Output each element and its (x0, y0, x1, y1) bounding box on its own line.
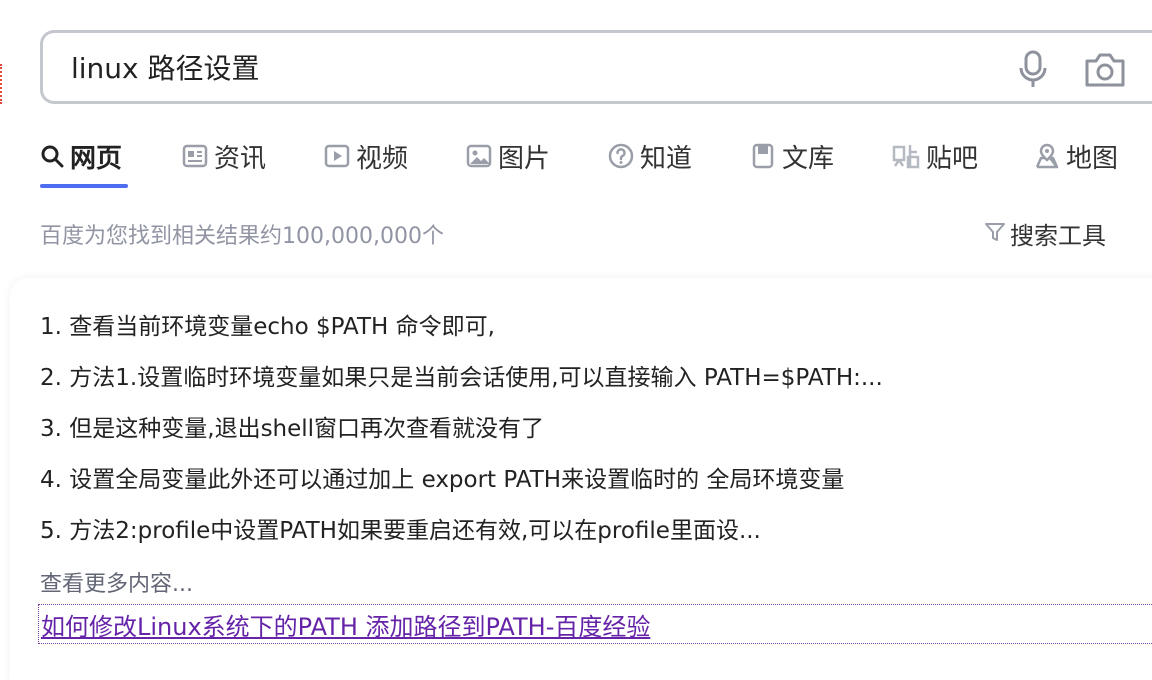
tab-label: 网页 (70, 143, 123, 174)
tab-label: 知道 (640, 143, 693, 174)
search-box[interactable] (40, 30, 1152, 104)
answer-steps: 1. 查看当前环境变量echo $PATH 命令即可, 2. 方法1.设置临时环… (40, 304, 883, 559)
tab-video[interactable]: 视频 (324, 132, 408, 180)
tab-label: 文库 (782, 143, 835, 174)
answer-card: 1. 查看当前环境变量echo $PATH 命令即可, 2. 方法1.设置临时环… (10, 278, 1152, 680)
list-item: 3. 但是这种变量,退出shell窗口再次查看就没有了 (40, 416, 545, 442)
search-results-page: 网页 资讯 视频 (0, 0, 1152, 680)
tab-label: 资讯 (214, 143, 267, 174)
tab-map[interactable]: 地图 (1034, 132, 1118, 180)
result-count: 百度为您找到相关结果约100,000,000个 (40, 224, 444, 249)
side-marker (0, 64, 6, 104)
search-icon (40, 144, 64, 168)
source-link-box: 如何修改Linux系统下的PATH 添加路径到PATH-百度经验 (38, 604, 1152, 644)
tab-label: 视频 (356, 143, 409, 174)
document-icon (750, 143, 776, 169)
tab-images[interactable]: 图片 (466, 132, 550, 180)
question-icon (608, 143, 634, 169)
tab-news[interactable]: 资讯 (182, 132, 266, 180)
image-icon (466, 143, 492, 169)
search-input[interactable] (71, 45, 951, 89)
list-item: 5. 方法2:profile中设置PATH如果要重启还有效,可以在profile… (40, 518, 761, 544)
tab-label: 贴吧 (926, 143, 979, 174)
search-tabs: 网页 资讯 视频 图片 知道 文库 贴吧 地图 (40, 132, 1152, 192)
tab-label: 地图 (1066, 143, 1119, 174)
tieba-icon (892, 143, 920, 169)
tab-zhidao[interactable]: 知道 (608, 132, 692, 180)
list-item: 1. 查看当前环境变量echo $PATH 命令即可, (40, 314, 495, 340)
list-item: 4. 设置全局变量此外还可以通过加上 export PATH来设置临时的 全局环… (40, 467, 845, 493)
tab-label: 图片 (498, 143, 551, 174)
video-icon (324, 143, 350, 169)
news-icon (182, 143, 208, 169)
tab-web[interactable]: 网页 (40, 132, 122, 180)
list-item: 2. 方法1.设置临时环境变量如果只是当前会话使用,可以直接输入 PATH=$P… (40, 365, 883, 391)
active-tab-indicator (40, 184, 128, 188)
camera-icon[interactable] (1083, 49, 1127, 89)
tab-wenku[interactable]: 文库 (750, 132, 834, 180)
microphone-icon[interactable] (1013, 49, 1053, 89)
search-tools-button[interactable]: 搜索工具 (984, 216, 1106, 251)
tab-tieba[interactable]: 贴吧 (892, 132, 978, 180)
map-icon (1034, 143, 1060, 169)
filter-icon (984, 221, 1006, 247)
search-tools-label: 搜索工具 (1010, 222, 1106, 250)
source-link[interactable]: 如何修改Linux系统下的PATH 添加路径到PATH-百度经验 (41, 607, 650, 642)
see-more-link[interactable]: 查看更多内容... (40, 566, 193, 598)
